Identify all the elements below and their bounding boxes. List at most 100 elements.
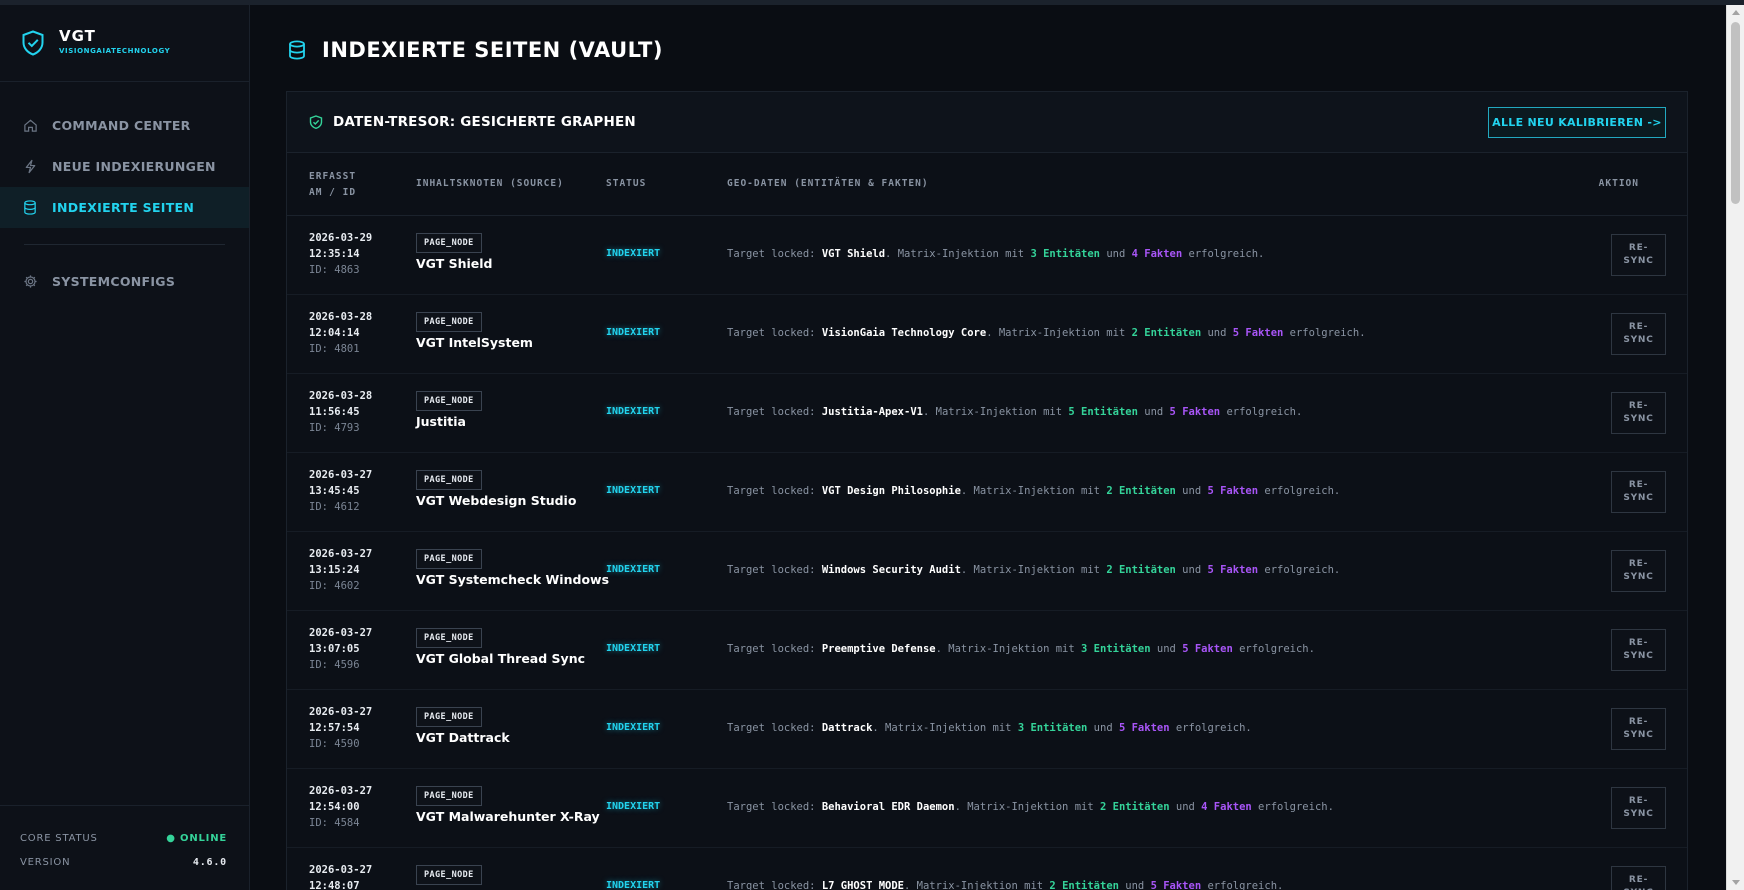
resync-button[interactable]: RE- SYNC: [1611, 550, 1666, 592]
scroll-up-icon[interactable]: [1732, 10, 1740, 15]
fact-count: 5 Fakten: [1118, 722, 1170, 734]
capture-date: 2026-03-29: [309, 232, 373, 244]
captured-at: 2026-03-27 13:07:05 ID: 4596: [309, 625, 372, 673]
capture-time: 12:48:07: [309, 880, 360, 890]
captured-at: 2026-03-27 13:15:24 ID: 4602: [309, 546, 372, 594]
node-id: ID: 4602: [309, 580, 360, 592]
source-node-name[interactable]: VGT Dattrack: [416, 730, 510, 745]
captured-at: 2026-03-27 12:54:00 ID: 4584: [309, 783, 372, 831]
page-node-badge: PAGE_NODE: [416, 312, 482, 332]
sidebar-divider: [24, 244, 225, 245]
scrollbar-thumb[interactable]: [1731, 22, 1740, 204]
fact-count: 4 Fakten: [1131, 248, 1183, 260]
captured-at: 2026-03-27 13:45:45 ID: 4612: [309, 467, 372, 515]
sidebar-item-systemconfigs[interactable]: SYSTEMCONFIGS: [0, 261, 249, 302]
resync-button[interactable]: RE- SYNC: [1611, 313, 1666, 355]
capture-date: 2026-03-27: [309, 627, 373, 639]
page-node-badge: PAGE_NODE: [416, 865, 482, 885]
bolt-icon: [22, 159, 38, 175]
page-node-badge: PAGE_NODE: [416, 786, 482, 806]
resync-button[interactable]: RE- SYNC: [1611, 866, 1666, 890]
resync-button[interactable]: RE- SYNC: [1611, 708, 1666, 750]
source-node-name[interactable]: VGT Systemcheck Windows: [416, 572, 609, 587]
geo-target: VisionGaia Technology Core: [821, 327, 987, 339]
version-value: 4.6.0: [192, 856, 227, 868]
source-node-name[interactable]: VGT IntelSystem: [416, 335, 533, 350]
sidebar-item-neue-indexierungen[interactable]: NEUE INDEXIERUNGEN: [0, 146, 249, 187]
table-body: 2026-03-29 12:35:14 ID: 4863 PAGE_NODE V…: [287, 216, 1687, 890]
resync-button[interactable]: RE- SYNC: [1611, 629, 1666, 671]
capture-date: 2026-03-27: [309, 469, 373, 481]
recalibrate-all-button[interactable]: ALLE NEU KALIBRIEREN ->: [1488, 107, 1666, 138]
core-status-label: CORE STATUS: [20, 832, 98, 844]
capture-date: 2026-03-27: [309, 706, 373, 718]
source-node-name[interactable]: VGT Shield: [416, 256, 493, 271]
fact-count: 5 Fakten: [1207, 485, 1259, 497]
column-header-status[interactable]: STATUS: [606, 178, 646, 189]
sidebar-item-command-center[interactable]: COMMAND CENTER: [0, 105, 249, 146]
fact-count: 4 Fakten: [1201, 801, 1252, 813]
shield-check-icon: [309, 115, 323, 129]
database-icon: [289, 40, 305, 60]
status-badge: ● ONLINE: [166, 832, 227, 844]
node-id: ID: 4612: [309, 501, 360, 513]
resync-button[interactable]: RE- SYNC: [1611, 234, 1666, 276]
captured-at: 2026-03-29 12:35:14 ID: 4863: [309, 230, 372, 278]
resync-button[interactable]: RE- SYNC: [1611, 471, 1666, 513]
table-row[interactable]: 2026-03-27 13:07:05 ID: 4596 PAGE_NODE V…: [287, 611, 1687, 690]
table-row[interactable]: 2026-03-27 12:57:54 ID: 4590 PAGE_NODE V…: [287, 690, 1687, 769]
brand[interactable]: VGT VISIONGAIATECHNOLOGY: [0, 5, 249, 82]
column-header-geo[interactable]: GEO-DATEN (ENTITÄTEN & FAKTEN): [727, 178, 929, 189]
geo-target: Behavioral EDR Daemon: [821, 801, 955, 813]
source-node-name[interactable]: VGT Malwarehunter X-Ray: [416, 809, 600, 824]
table-row[interactable]: 2026-03-27 13:15:24 ID: 4602 PAGE_NODE V…: [287, 532, 1687, 611]
sidebar-nav: COMMAND CENTER NEUE INDEXIERUNGEN INDEXI…: [0, 105, 249, 302]
source-node-name[interactable]: Justitia: [416, 414, 466, 429]
node-id: ID: 4863: [309, 264, 360, 276]
page-scrollbar[interactable]: [1726, 5, 1744, 890]
table-row[interactable]: 2026-03-29 12:35:14 ID: 4863 PAGE_NODE V…: [287, 216, 1687, 295]
capture-date: 2026-03-28: [309, 390, 373, 402]
capture-time: 12:35:14: [309, 248, 360, 260]
panel-header: DATEN-TRESOR: GESICHERTE GRAPHEN ALLE NE…: [287, 92, 1687, 153]
status-badge: INDEXIERT: [606, 643, 661, 654]
sidebar: VGT VISIONGAIATECHNOLOGY COMMAND CENTER …: [0, 5, 250, 890]
table-row[interactable]: 2026-03-27 12:48:07 PAGE_NODE INDEXIERT …: [287, 848, 1687, 890]
scroll-down-icon[interactable]: [1732, 880, 1740, 885]
version-label: VERSION: [20, 856, 71, 868]
column-header-source[interactable]: INHALTSKNOTEN (SOURCE): [416, 178, 564, 189]
capture-time: 12:57:54: [309, 722, 360, 734]
geo-target: Justitia-Apex-V1: [821, 406, 923, 418]
status-badge: INDEXIERT: [606, 880, 661, 890]
sidebar-item-indexierte-seiten[interactable]: INDEXIERTE SEITEN: [0, 187, 249, 228]
fact-count: 5 Fakten: [1207, 564, 1259, 576]
page-node-badge: PAGE_NODE: [416, 707, 482, 727]
source-node-name[interactable]: VGT Global Thread Sync: [416, 651, 585, 666]
capture-time: 13:07:05: [309, 643, 360, 655]
fact-count: 5 Fakten: [1169, 406, 1221, 418]
resync-button[interactable]: RE- SYNC: [1611, 787, 1666, 829]
geo-target: VGT Design Philosophie: [821, 485, 961, 497]
geo-data: Target locked: VisionGaia Technology Cor…: [727, 327, 1366, 339]
table-row[interactable]: 2026-03-27 13:45:45 ID: 4612 PAGE_NODE V…: [287, 453, 1687, 532]
sidebar-item-label: NEUE INDEXIERUNGEN: [52, 159, 216, 174]
column-header-date[interactable]: ERFASST AM / ID: [309, 169, 379, 201]
table-row[interactable]: 2026-03-28 11:56:45 ID: 4793 PAGE_NODE J…: [287, 374, 1687, 453]
resync-button[interactable]: RE- SYNC: [1611, 392, 1666, 434]
node-id: ID: 4590: [309, 738, 360, 750]
status-badge: INDEXIERT: [606, 485, 661, 496]
node-id: ID: 4793: [309, 422, 360, 434]
fact-count: 5 Fakten: [1150, 880, 1202, 890]
capture-time: 13:45:45: [309, 485, 360, 497]
source-node-name[interactable]: VGT Webdesign Studio: [416, 493, 576, 508]
entity-count: 5 Entitäten: [1068, 406, 1138, 418]
table-row[interactable]: 2026-03-27 12:54:00 ID: 4584 PAGE_NODE V…: [287, 769, 1687, 848]
fact-count: 5 Fakten: [1182, 643, 1233, 655]
page-node-badge: PAGE_NODE: [416, 233, 482, 253]
status-badge: INDEXIERT: [606, 722, 661, 733]
entity-count: 2 Entitäten: [1131, 327, 1202, 339]
captured-at: 2026-03-28 11:56:45 ID: 4793: [309, 388, 372, 436]
table-row[interactable]: 2026-03-28 12:04:14 ID: 4801 PAGE_NODE V…: [287, 295, 1687, 374]
status-badge: INDEXIERT: [606, 801, 661, 812]
capture-date: 2026-03-27: [309, 864, 373, 876]
